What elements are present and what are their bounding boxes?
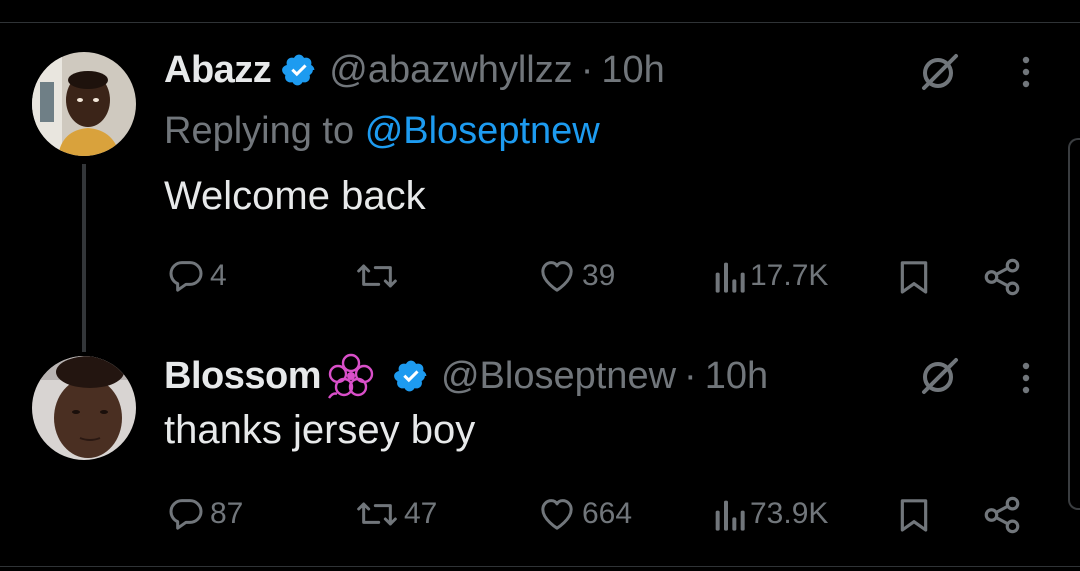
reply-count: 87	[210, 497, 244, 530]
share-button[interactable]	[980, 256, 1024, 298]
tweet-text: Welcome back	[164, 174, 426, 218]
display-name[interactable]: Abazz	[164, 49, 272, 92]
like-count: 664	[582, 497, 633, 530]
top-divider	[0, 22, 1080, 23]
grok-icon[interactable]	[918, 354, 962, 398]
share-icon	[984, 258, 1020, 296]
tweet-header: Blossom @Bloseptnew · 10h	[164, 353, 768, 399]
views-button[interactable]: 17.7K	[712, 256, 828, 296]
more-icon[interactable]	[1020, 52, 1032, 92]
repost-count: 47	[404, 497, 438, 530]
thread-connector	[82, 164, 86, 352]
share-icon	[984, 496, 1020, 534]
repost-button[interactable]: 47	[354, 494, 437, 534]
scrollbar[interactable]	[1068, 138, 1080, 510]
avatar[interactable]	[32, 356, 136, 460]
repost-icon	[357, 264, 397, 288]
replying-mention[interactable]: @Bloseptnew	[365, 110, 600, 152]
views-button[interactable]: 73.9K	[712, 494, 828, 534]
like-icon	[541, 499, 573, 530]
avatar[interactable]	[32, 52, 136, 156]
replying-to: Replying to @Bloseptnew	[164, 110, 600, 153]
view-count: 73.9K	[750, 497, 829, 530]
handle[interactable]: @abazwhyllzz	[329, 49, 572, 92]
bookmark-button[interactable]	[894, 256, 934, 298]
verified-badge-icon[interactable]	[281, 52, 317, 88]
tweet-header: Abazz @abazwhyllzz · 10h	[164, 48, 665, 92]
flower-emoji-icon	[327, 353, 374, 399]
like-button[interactable]: 39	[536, 256, 615, 296]
verified-badge-icon[interactable]	[393, 358, 429, 394]
separator-dot: ·	[580, 48, 594, 91]
share-button[interactable]	[980, 494, 1024, 536]
reply-count: 4	[210, 259, 227, 292]
timestamp[interactable]: 10h	[601, 49, 664, 92]
replying-prefix: Replying to	[164, 110, 355, 152]
tweet-text: thanks jersey boy	[164, 408, 476, 452]
views-icon	[715, 500, 745, 531]
like-icon	[541, 261, 573, 292]
reply-button[interactable]: 4	[166, 256, 227, 296]
bookmark-icon	[900, 499, 928, 532]
repost-icon	[357, 502, 397, 526]
timestamp[interactable]: 10h	[705, 355, 768, 398]
reply-button[interactable]: 87	[166, 494, 243, 534]
repost-button[interactable]	[354, 256, 404, 296]
display-name[interactable]: Blossom	[164, 355, 321, 398]
handle[interactable]: @Bloseptnew	[441, 355, 676, 398]
bookmark-icon	[900, 261, 928, 294]
reply-icon	[169, 499, 203, 530]
separator-dot: ·	[684, 354, 697, 397]
views-icon	[715, 262, 745, 293]
like-count: 39	[582, 259, 616, 292]
reply-icon	[169, 261, 203, 292]
bottom-divider	[0, 566, 1080, 567]
grok-icon[interactable]	[918, 50, 962, 94]
view-count: 17.7K	[750, 259, 829, 292]
like-button[interactable]: 664	[536, 494, 632, 534]
more-icon[interactable]	[1020, 358, 1032, 398]
bookmark-button[interactable]	[894, 494, 934, 536]
